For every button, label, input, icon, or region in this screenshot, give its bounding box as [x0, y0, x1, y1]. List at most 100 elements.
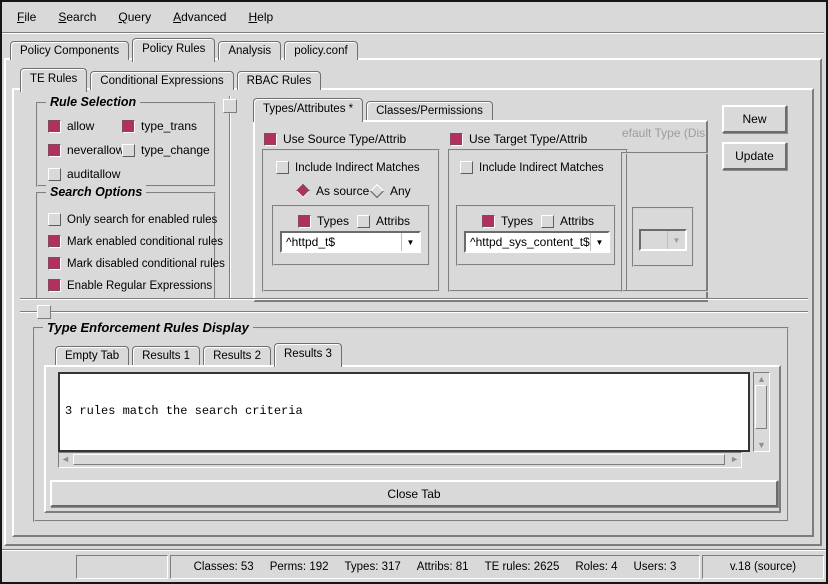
checkbox-target-types[interactable]: Types [482, 214, 533, 228]
results-tab-bar: Empty Tab Results 1 Results 2 Results 3 [55, 343, 345, 365]
default-type-combobox: ▼ [639, 229, 687, 251]
checkbox-mark-enabled-indicator [48, 235, 61, 248]
results-text[interactable]: 3 rules match the search criteria (5822)… [58, 372, 750, 452]
stat-attribs: Attribs: 81 [417, 561, 469, 573]
tab-policy-components[interactable]: Policy Components [10, 41, 129, 60]
checkbox-source-indirect[interactable]: Include Indirect Matches [276, 161, 420, 174]
te-display-title: Type Enforcement Rules Display [43, 320, 253, 335]
tab-conditional-expressions[interactable]: Conditional Expressions [90, 71, 233, 90]
checkbox-use-source[interactable]: Use Source Type/Attrib [264, 132, 406, 146]
criteria-tab-bar: Types/Attributes * Classes/Permissions [253, 98, 496, 120]
default-type-label: efault Type (Disa [622, 126, 705, 140]
tab-empty-tab[interactable]: Empty Tab [55, 346, 129, 365]
target-attribs-label: Attribs [560, 214, 594, 228]
checkbox-allow[interactable]: allow [48, 119, 94, 133]
target-type-combobox[interactable]: ^httpd_sys_content_t$ ▼ [464, 231, 610, 253]
tab-rbac-rules[interactable]: RBAC Rules [237, 71, 322, 90]
checkbox-target-attribs-indicator [541, 215, 554, 228]
checkbox-mark-enabled-label: Mark enabled conditional rules [67, 236, 223, 248]
checkbox-source-attribs[interactable]: Attribs [357, 214, 410, 228]
radio-any-indicator [370, 184, 384, 198]
target-types-label: Types [501, 214, 533, 228]
default-type-combobox-value [641, 231, 667, 249]
checkbox-mark-disabled[interactable]: Mark disabled conditional rules [48, 257, 225, 270]
vertical-sash-handle[interactable] [223, 99, 237, 113]
checkbox-target-attribs[interactable]: Attribs [541, 214, 594, 228]
scroll-down-icon[interactable]: ▼ [757, 440, 766, 450]
menu-file[interactable]: File [6, 6, 47, 28]
checkbox-target-indirect-indicator [460, 161, 473, 174]
tab-policy-rules[interactable]: Policy Rules [132, 38, 215, 62]
checkbox-source-indirect-indicator [276, 161, 289, 174]
checkbox-auditallow[interactable]: auditallow [48, 167, 120, 181]
tab-results-1[interactable]: Results 1 [132, 346, 200, 365]
radio-any-label: Any [390, 184, 411, 198]
menu-search[interactable]: Search [47, 6, 107, 28]
checkbox-type-change-indicator [122, 144, 135, 157]
checkbox-regex-label: Enable Regular Expressions [67, 280, 212, 292]
tab-te-rules[interactable]: TE Rules [20, 68, 87, 92]
checkbox-auditallow-indicator [48, 168, 61, 181]
close-tab-button[interactable]: Close Tab [50, 480, 778, 507]
vertical-sash-line [229, 96, 231, 300]
checkbox-only-enabled-label: Only search for enabled rules [67, 214, 217, 226]
pane-bottom-edge [20, 298, 808, 300]
checkbox-auditallow-label: auditallow [67, 167, 120, 181]
tab-results-3[interactable]: Results 3 [274, 343, 342, 367]
tab-results-2[interactable]: Results 2 [203, 346, 271, 365]
update-button[interactable]: Update [722, 142, 787, 170]
checkbox-mark-disabled-label: Mark disabled conditional rules [67, 258, 225, 270]
radio-any[interactable]: Any [370, 184, 411, 198]
results-hscrollbar[interactable]: ◄ ► [58, 452, 742, 468]
checkbox-mark-disabled-indicator [48, 257, 61, 270]
stat-perms: Perms: 192 [270, 561, 329, 573]
target-indirect-label: Include Indirect Matches [479, 162, 604, 174]
checkbox-source-attribs-indicator [357, 215, 370, 228]
menu-help[interactable]: Help [237, 6, 284, 28]
use-target-label: Use Target Type/Attrib [469, 132, 587, 146]
source-type-combobox[interactable]: ^httpd_t$ ▼ [280, 231, 421, 253]
statusbar-stats: Classes: 53 Perms: 192 Types: 317 Attrib… [170, 555, 700, 579]
radio-as-source-label: As source [316, 184, 369, 198]
menu-query[interactable]: Query [107, 6, 162, 28]
hscrollbar-thumb[interactable] [73, 454, 725, 465]
checkbox-regex[interactable]: Enable Regular Expressions [48, 279, 212, 292]
checkbox-neverallow[interactable]: neverallow [48, 143, 124, 157]
radio-as-source[interactable]: As source [296, 184, 369, 198]
horizontal-sash-handle[interactable] [37, 305, 51, 319]
checkbox-source-types-indicator [298, 215, 311, 228]
target-combo-dropdown-icon[interactable]: ▼ [590, 233, 608, 251]
scroll-right-icon[interactable]: ► [730, 454, 739, 464]
source-indirect-label: Include Indirect Matches [295, 162, 420, 174]
statusbar-left-segment [76, 555, 168, 579]
checkbox-use-target-indicator [450, 133, 463, 146]
search-options-title: Search Options [46, 185, 146, 199]
apol-window: File Search Query Advanced Help Policy C… [0, 0, 828, 584]
tab-types-attributes[interactable]: Types/Attributes * [253, 98, 363, 122]
tab-classes-permissions[interactable]: Classes/Permissions [366, 101, 493, 120]
scroll-left-icon[interactable]: ◄ [61, 454, 70, 464]
vscrollbar-thumb[interactable] [755, 385, 767, 429]
checkbox-type-change[interactable]: type_change [122, 143, 210, 157]
checkbox-mark-enabled[interactable]: Mark enabled conditional rules [48, 235, 223, 248]
checkbox-source-types[interactable]: Types [298, 214, 349, 228]
menu-query-label: uery [128, 10, 151, 24]
rule-selection-title: Rule Selection [46, 95, 140, 109]
use-source-label: Use Source Type/Attrib [283, 132, 406, 146]
checkbox-type-change-label: type_change [141, 143, 210, 157]
scroll-up-icon[interactable]: ▲ [757, 374, 766, 384]
source-combo-dropdown-icon[interactable]: ▼ [401, 233, 419, 251]
results-vscrollbar[interactable]: ▲ ▼ [753, 372, 770, 452]
default-type-dropdown-icon: ▼ [667, 231, 685, 249]
checkbox-only-enabled[interactable]: Only search for enabled rules [48, 213, 217, 226]
checkbox-target-indirect[interactable]: Include Indirect Matches [460, 161, 604, 174]
horizontal-sash-line [20, 311, 808, 313]
checkbox-type-trans[interactable]: type_trans [122, 119, 197, 133]
tab-analysis[interactable]: Analysis [218, 41, 281, 60]
target-type-combobox-value: ^httpd_sys_content_t$ [466, 233, 590, 251]
new-button[interactable]: New [722, 105, 787, 133]
menu-advanced-label: dvanced [181, 10, 226, 24]
tab-policy-conf[interactable]: policy.conf [284, 41, 357, 60]
menu-advanced[interactable]: Advanced [162, 6, 237, 28]
checkbox-use-target[interactable]: Use Target Type/Attrib [450, 132, 587, 146]
